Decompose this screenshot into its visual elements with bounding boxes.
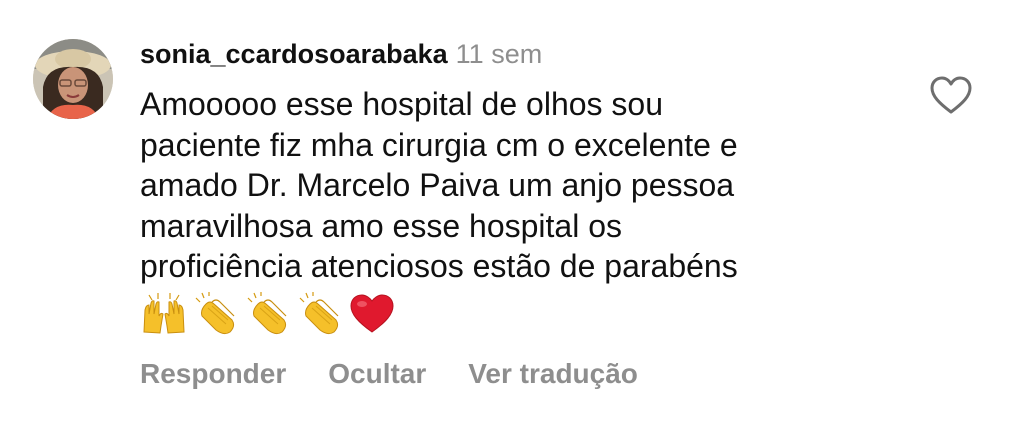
avatar[interactable]: [33, 39, 113, 119]
comment-text-line: amado Dr. Marcelo Paiva um anjo pessoa: [140, 167, 735, 203]
comment-actions: Responder Ocultar Ver tradução: [140, 356, 638, 392]
clapping-hands-emoji: [299, 292, 339, 335]
comment-text-line: proficiência atenciosos estão de parabén…: [140, 248, 738, 284]
comment-text-line: Amooooo esse hospital de olhos sou: [140, 86, 664, 122]
comment-header: sonia_ccardosoarabaka 11 sem: [140, 36, 542, 72]
clapping-hands-emoji: [247, 292, 287, 335]
reply-button[interactable]: Responder: [140, 358, 286, 389]
username[interactable]: sonia_ccardosoarabaka: [140, 39, 448, 69]
timestamp: 11 sem: [455, 39, 543, 69]
emoji-row: [140, 292, 396, 336]
translate-button[interactable]: Ver tradução: [468, 358, 638, 389]
hide-button[interactable]: Ocultar: [328, 358, 426, 389]
heart-outline-icon[interactable]: [928, 74, 974, 116]
comment-item: sonia_ccardosoarabaka 11 sem Amooooo esse…: [0, 0, 1024, 433]
red-heart-emoji: [350, 294, 394, 333]
comment-text-line: paciente fiz mha cirurgia cm o excelente…: [140, 126, 738, 163]
comment-text: Amooooo esse hospital de olhos sou pacie…: [140, 84, 900, 287]
clapping-hands-emoji: [195, 292, 235, 335]
avatar-image: [33, 39, 113, 119]
comment-text-line: maravilhosa amo esse hospital os: [140, 207, 623, 244]
raising-hands-emoji: [143, 293, 185, 334]
